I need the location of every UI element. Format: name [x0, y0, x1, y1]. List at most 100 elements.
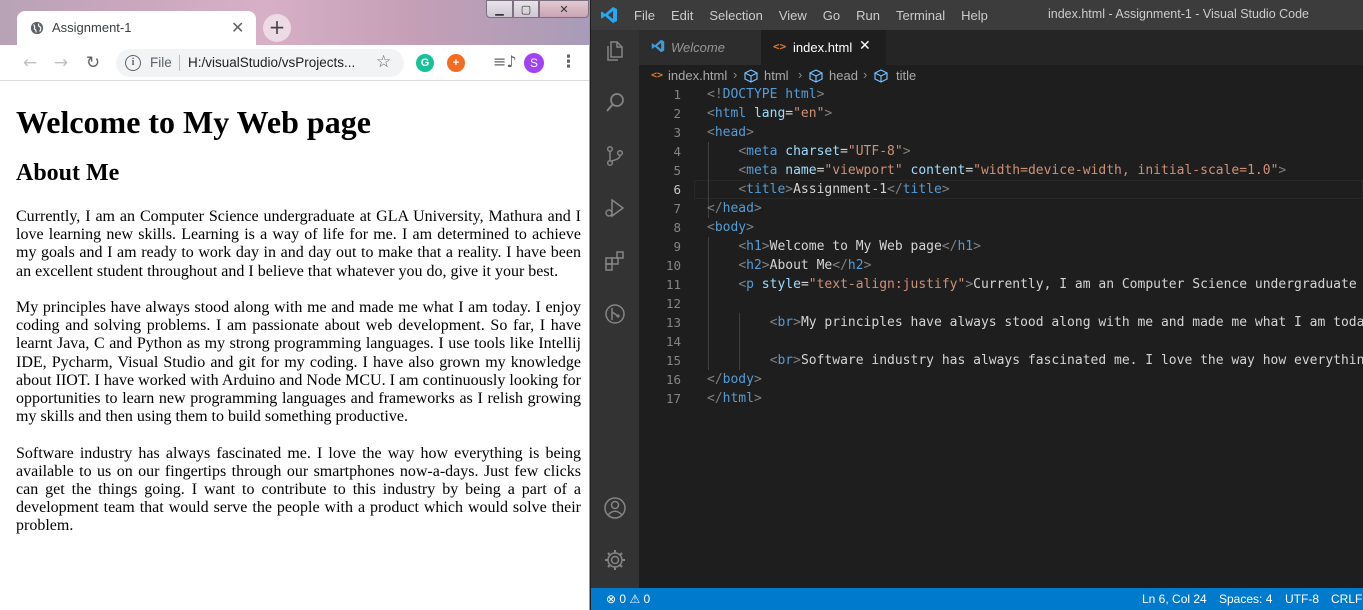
paragraph-2: My principles have always stood along wi… [16, 299, 581, 426]
window-title: index.html - Assignment-1 - Visual Studi… [1048, 7, 1310, 21]
status-bar: ⊗ 0 ⚠ 0 Ln 6, Col 24 Spaces: 4 UTF-8 CRL… [591, 588, 1363, 610]
code-line[interactable]: <body> [707, 220, 754, 235]
line-number: 15 [665, 353, 681, 368]
editor-tabs: Welcome <> index.html ✕ [639, 30, 1363, 65]
paragraph-1: Currently, I am an Computer Science unde… [16, 208, 581, 280]
new-tab-button[interactable]: + [263, 14, 291, 42]
eol-status[interactable]: CRLF [1331, 592, 1362, 606]
menu-terminal[interactable]: Terminal [896, 8, 945, 23]
element-cube-icon [744, 69, 758, 83]
encoding-status[interactable]: UTF-8 [1285, 592, 1319, 606]
code-line[interactable]: <h1>Welcome to My Web page</h1> [707, 239, 981, 254]
line-number: 17 [665, 391, 681, 406]
tab-index-html[interactable]: <> index.html ✕ [761, 30, 886, 65]
git-graph-icon[interactable] [603, 302, 627, 326]
line-number: 16 [665, 372, 681, 387]
line-number: 9 [673, 239, 681, 254]
orange-extension-icon[interactable]: + [447, 54, 465, 72]
cursor-position[interactable]: Ln 6, Col 24 [1142, 592, 1207, 606]
menu-help[interactable]: Help [961, 8, 988, 23]
explorer-icon[interactable] [603, 39, 627, 63]
reload-icon[interactable]: ↻ [83, 53, 103, 73]
browser-tab[interactable]: Assignment-1 ✕ [17, 11, 256, 45]
settings-gear-icon[interactable] [603, 548, 627, 572]
menu-run[interactable]: Run [856, 8, 880, 23]
activity-bar [591, 30, 639, 588]
grammarly-extension-icon[interactable]: G [416, 54, 434, 72]
chevron-right-icon: › [733, 67, 738, 82]
code-line[interactable]: <meta charset="UTF-8"> [707, 144, 910, 159]
chrome-toolbar: ← → ↻ i File H:/visualStudio/vsProjects.… [0, 45, 589, 81]
vscode-small-icon [651, 39, 665, 53]
info-icon[interactable]: i [125, 55, 141, 71]
paragraph-3: Software industry has always fascinated … [16, 444, 581, 535]
indentation-status[interactable]: Spaces: 4 [1219, 592, 1272, 606]
url-text[interactable]: H:/visualStudio/vsProjects... [188, 55, 355, 70]
line-number: 6 [673, 182, 681, 197]
extensions-icon[interactable] [603, 249, 627, 273]
tab-welcome[interactable]: Welcome [639, 30, 761, 65]
chrome-menu-icon[interactable]: ⋮ [560, 52, 577, 72]
profile-avatar[interactable]: S [524, 53, 544, 73]
back-arrow-icon[interactable]: ← [20, 53, 40, 73]
window-controls: ▁ ▢ ✕ [486, 0, 589, 18]
breadcrumb-head[interactable]: head [829, 68, 858, 83]
line-number: 11 [665, 277, 681, 292]
page-heading: Welcome to My Web page [16, 104, 371, 140]
forward-arrow-icon[interactable]: → [51, 53, 71, 73]
chrome-titlebar: Assignment-1 ✕ + ▁ ▢ ✕ [0, 0, 589, 45]
breadcrumb-title[interactable]: title [896, 68, 916, 83]
globe-icon [30, 21, 44, 35]
menu-edit[interactable]: Edit [671, 8, 693, 23]
menu-go[interactable]: Go [823, 8, 840, 23]
code-line[interactable]: <head> [707, 125, 754, 140]
html-file-icon: <> [651, 70, 664, 81]
problems-indicator[interactable]: ⊗ 0 ⚠ 0 [606, 592, 650, 606]
search-icon[interactable] [603, 91, 627, 115]
code-line[interactable]: <br>My principles have always stood alon… [707, 315, 1363, 330]
code-line[interactable]: </html> [707, 391, 762, 406]
vscode-window: File Edit Selection View Go Run Terminal… [591, 0, 1363, 610]
run-debug-icon[interactable] [603, 196, 627, 220]
chevron-right-icon: › [863, 67, 868, 82]
maximize-button[interactable]: ▢ [513, 0, 539, 18]
line-number: 12 [665, 296, 681, 311]
close-window-button[interactable]: ✕ [539, 0, 589, 18]
omnibox-divider [179, 55, 180, 71]
close-tab-icon[interactable]: ✕ [859, 38, 871, 54]
code-line[interactable]: <br>Software industry has always fascina… [707, 353, 1363, 368]
breadcrumb-html[interactable]: html [764, 68, 789, 83]
page-subheading: About Me [16, 160, 120, 186]
line-number: 2 [673, 106, 681, 121]
source-control-icon[interactable] [603, 144, 627, 168]
line-number: 8 [673, 220, 681, 235]
code-line[interactable]: <h2>About Me</h2> [707, 258, 871, 273]
web-page-content: Welcome to My Web page About Me Currentl… [0, 82, 589, 610]
code-line[interactable]: </head> [707, 201, 762, 216]
line-number: 7 [673, 201, 681, 216]
vscode-logo-icon [601, 7, 617, 23]
address-bar[interactable]: i File H:/visualStudio/vsProjects... ☆ [116, 49, 404, 77]
tab-close-icon[interactable]: ✕ [231, 18, 244, 37]
tab-welcome-label: Welcome [671, 40, 725, 55]
code-line[interactable]: <title>Assignment-1</title> [707, 182, 949, 197]
account-icon[interactable] [603, 496, 627, 520]
line-number: 13 [665, 315, 681, 330]
code-line[interactable]: <meta name="viewport" content="width=dev… [707, 163, 1286, 178]
element-cube-icon [874, 69, 888, 83]
menu-file[interactable]: File [634, 8, 655, 23]
line-number: 14 [665, 334, 681, 349]
code-line[interactable]: </body> [707, 372, 762, 387]
code-editor[interactable]: 1 2 3 4 5 6 7 8 9 10 11 12 13 14 15 16 17 <!DOCTYPE html… [639, 87, 1363, 588]
bookmark-star-icon[interactable]: ☆ [376, 52, 391, 72]
vscode-titlebar: File Edit Selection View Go Run Terminal… [591, 0, 1363, 30]
code-line[interactable]: <html lang="en"> [707, 106, 832, 121]
code-line[interactable]: <p style="text-align:justify">Currently,… [707, 277, 1363, 292]
minimize-button[interactable]: ▁ [486, 0, 513, 18]
code-line[interactable]: <!DOCTYPE html> [707, 87, 824, 102]
menu-selection[interactable]: Selection [709, 8, 762, 23]
breadcrumb-file[interactable]: index.html [668, 68, 727, 83]
media-controls-icon[interactable]: ≡♪ [493, 52, 517, 71]
warning-icon: ⚠ [629, 592, 641, 606]
menu-view[interactable]: View [779, 8, 807, 23]
